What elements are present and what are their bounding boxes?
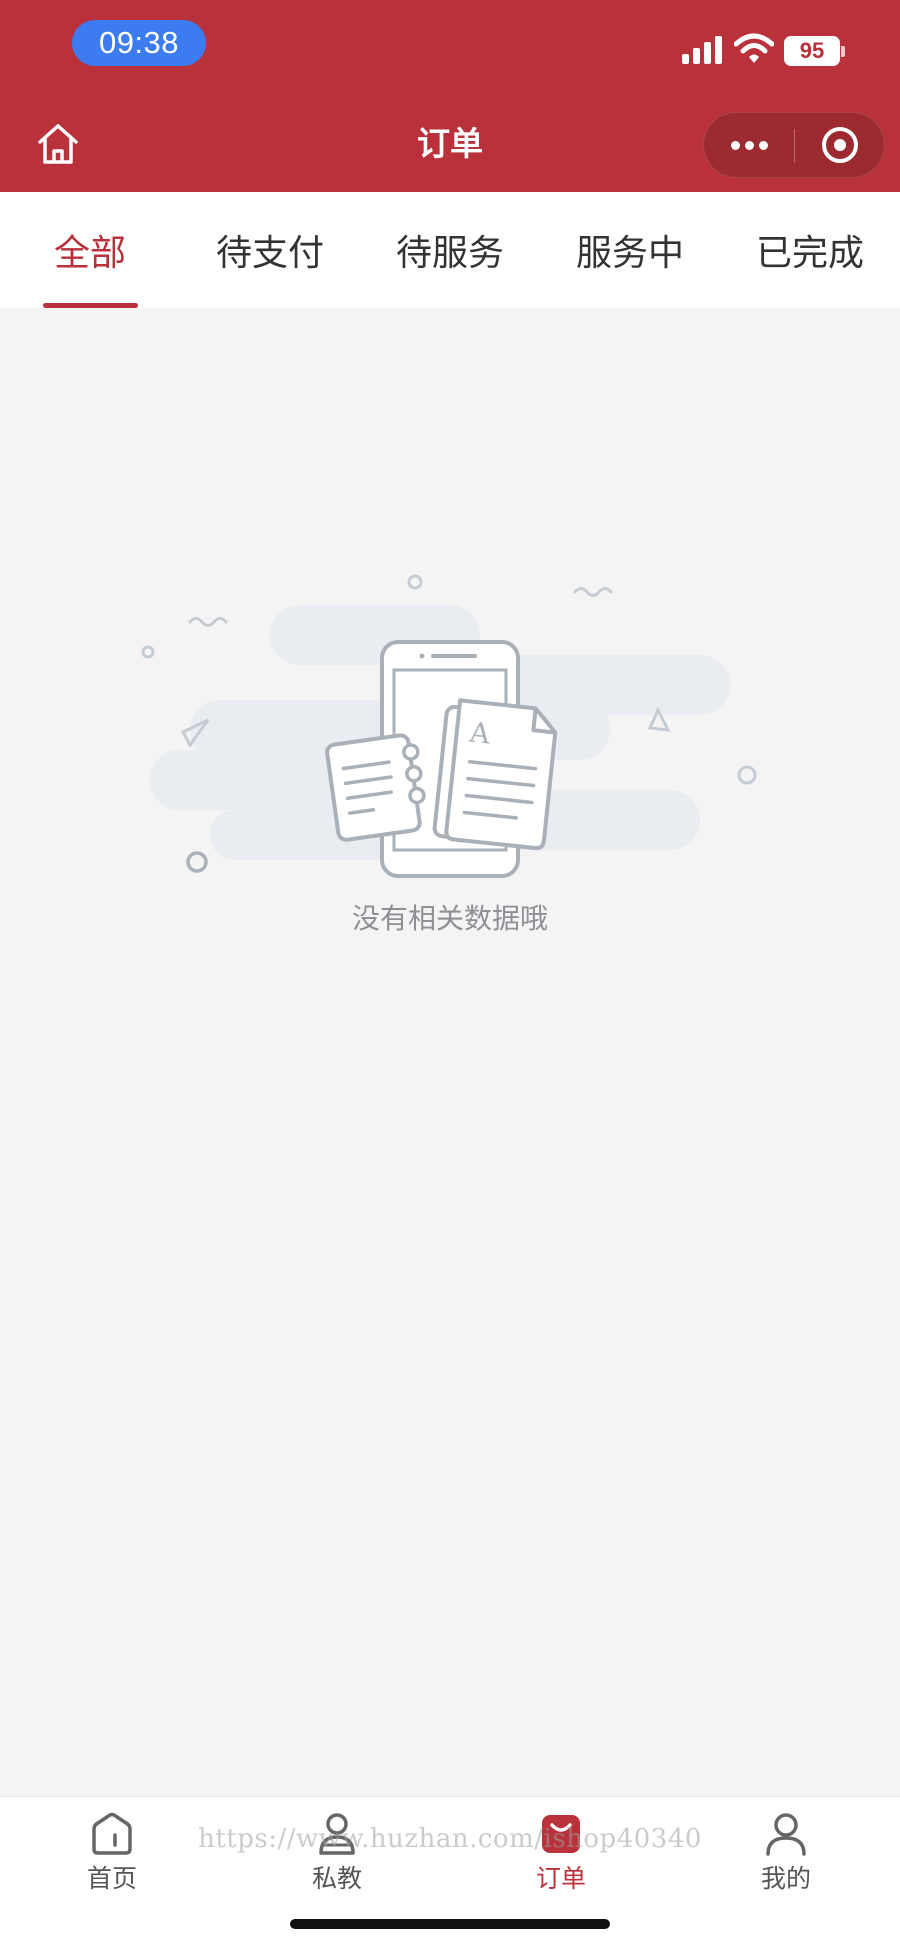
- order-status-tabs: 全部 待支付 待服务 服务中 已完成: [0, 192, 900, 308]
- active-tab-indicator: [43, 303, 138, 308]
- tabbar-label-profile: 我的: [760, 1864, 811, 1893]
- tab-in-service[interactable]: 服务中: [540, 192, 720, 308]
- svg-text:A: A: [467, 716, 492, 751]
- empty-documents-illustration: A: [141, 574, 757, 878]
- tab-pending-service[interactable]: 待服务: [360, 192, 540, 308]
- tabbar-label-home: 首页: [86, 1864, 137, 1893]
- tabbar-label-coach: 私教: [311, 1864, 362, 1893]
- wifi-icon: [734, 33, 774, 63]
- watermark-text: https://www.huzhan.com/ishop40340: [198, 1824, 702, 1854]
- orders-page: 09:38 95 订单 全部 待支付 待服务 服务中 已完成 A 没有相关数据哦…: [0, 0, 900, 1947]
- status-time: 09:38: [72, 20, 206, 66]
- more-dots-icon[interactable]: [704, 113, 794, 177]
- mini-program-capsule: [703, 112, 885, 178]
- tab-all[interactable]: 全部: [0, 192, 180, 308]
- empty-state-text: 没有相关数据哦: [351, 902, 548, 935]
- header: 09:38 95 订单: [0, 0, 900, 192]
- home-indicator: [290, 1919, 610, 1929]
- tab-pending-payment[interactable]: 待支付: [180, 192, 360, 308]
- capsule-divider: [794, 129, 795, 163]
- signal-icon: [682, 36, 722, 64]
- battery-tip: [841, 46, 845, 57]
- target-close-icon[interactable]: [796, 113, 884, 177]
- tabbar-label-orders: 订单: [535, 1864, 586, 1893]
- tab-completed[interactable]: 已完成: [720, 192, 900, 308]
- battery-level: 95: [799, 38, 825, 63]
- battery-icon: 95: [784, 36, 840, 66]
